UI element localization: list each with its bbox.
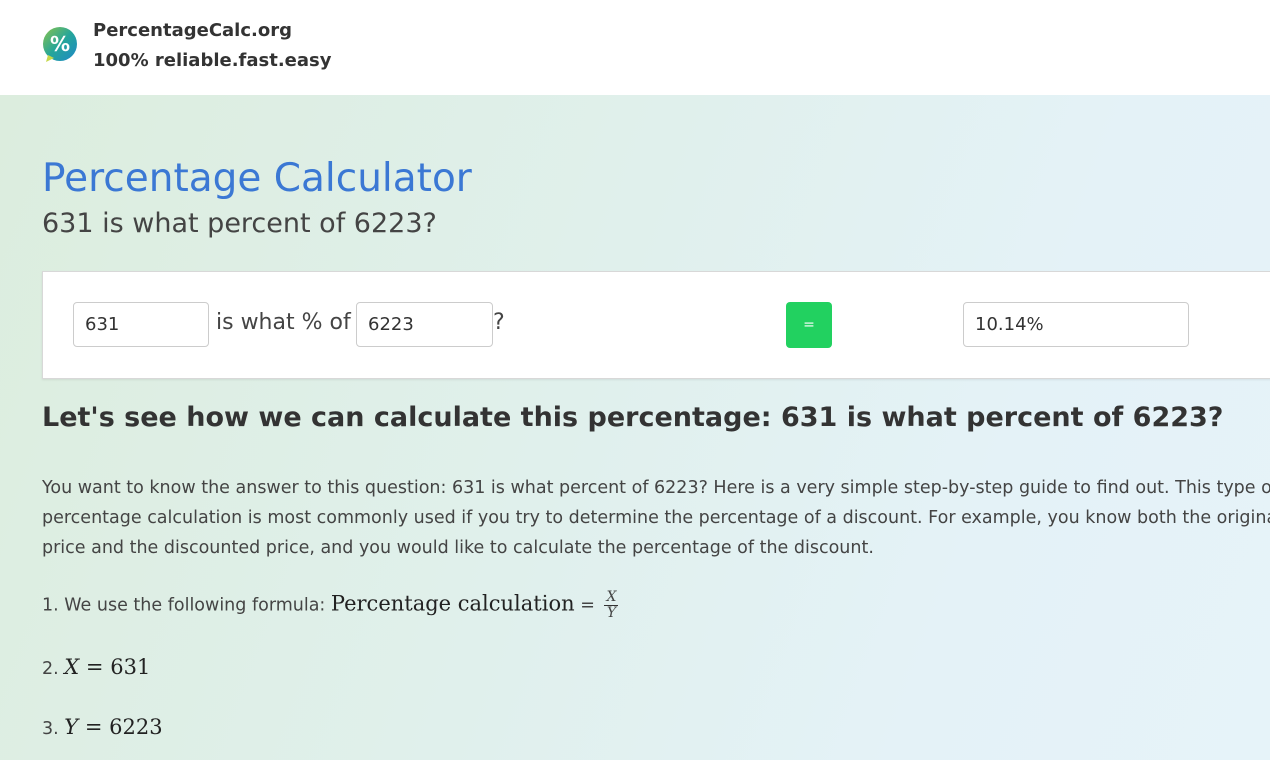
site-name[interactable]: PercentageCalc.org [93, 20, 292, 42]
calculate-button[interactable]: = [786, 302, 832, 348]
y-value-input[interactable] [356, 302, 493, 347]
page-subtitle: 631 is what percent of 6223? [42, 208, 437, 239]
y-value: 6223 [109, 715, 163, 739]
intro-line: percentage calculation is most commonly … [42, 508, 1270, 528]
site-tagline: 100% reliable.fast.easy [93, 50, 332, 71]
formula-label: Percentage calculation [330, 591, 575, 616]
step-1: 1. We use the following formula: Percent… [42, 589, 619, 621]
variable-y: Y [64, 715, 79, 739]
logo-symbol: % [50, 32, 70, 56]
step-number: 3. [42, 719, 59, 739]
x-value: 631 [110, 655, 151, 679]
percent-logo-icon[interactable]: % [42, 27, 78, 63]
step-number: 2. [42, 659, 59, 679]
result-output[interactable] [963, 302, 1189, 347]
equals-sign: = [84, 715, 103, 739]
main-content: Percentage Calculator 631 is what percen… [0, 95, 1270, 760]
intro-line: price and the discounted price, and you … [42, 538, 874, 558]
x-value-input[interactable] [73, 302, 209, 347]
formula-fraction: X Y [604, 589, 619, 621]
calc-middle-text: is what % of [216, 310, 351, 335]
formula-equals: = [580, 595, 595, 616]
calculator-card: is what % of ? = [42, 271, 1270, 379]
step-2: 2. X = 631 [42, 655, 150, 679]
step-3: 3. Y = 6223 [42, 715, 163, 739]
question-mark: ? [493, 310, 505, 335]
page-title: Percentage Calculator [42, 156, 472, 201]
intro-line: You want to know the answer to this ques… [42, 478, 1270, 498]
equals-sign: = [85, 655, 104, 679]
explanation-heading: Let's see how we can calculate this perc… [42, 402, 1224, 433]
step-number: 1. [42, 595, 59, 616]
fraction-numerator: X [604, 589, 619, 606]
variable-x: X [64, 655, 80, 679]
step-text: We use the following formula: [64, 595, 326, 616]
site-header: % PercentageCalc.org 100% reliable.fast.… [0, 0, 1270, 95]
fraction-denominator: Y [606, 605, 617, 621]
explanation-intro: You want to know the answer to this ques… [42, 473, 1270, 563]
